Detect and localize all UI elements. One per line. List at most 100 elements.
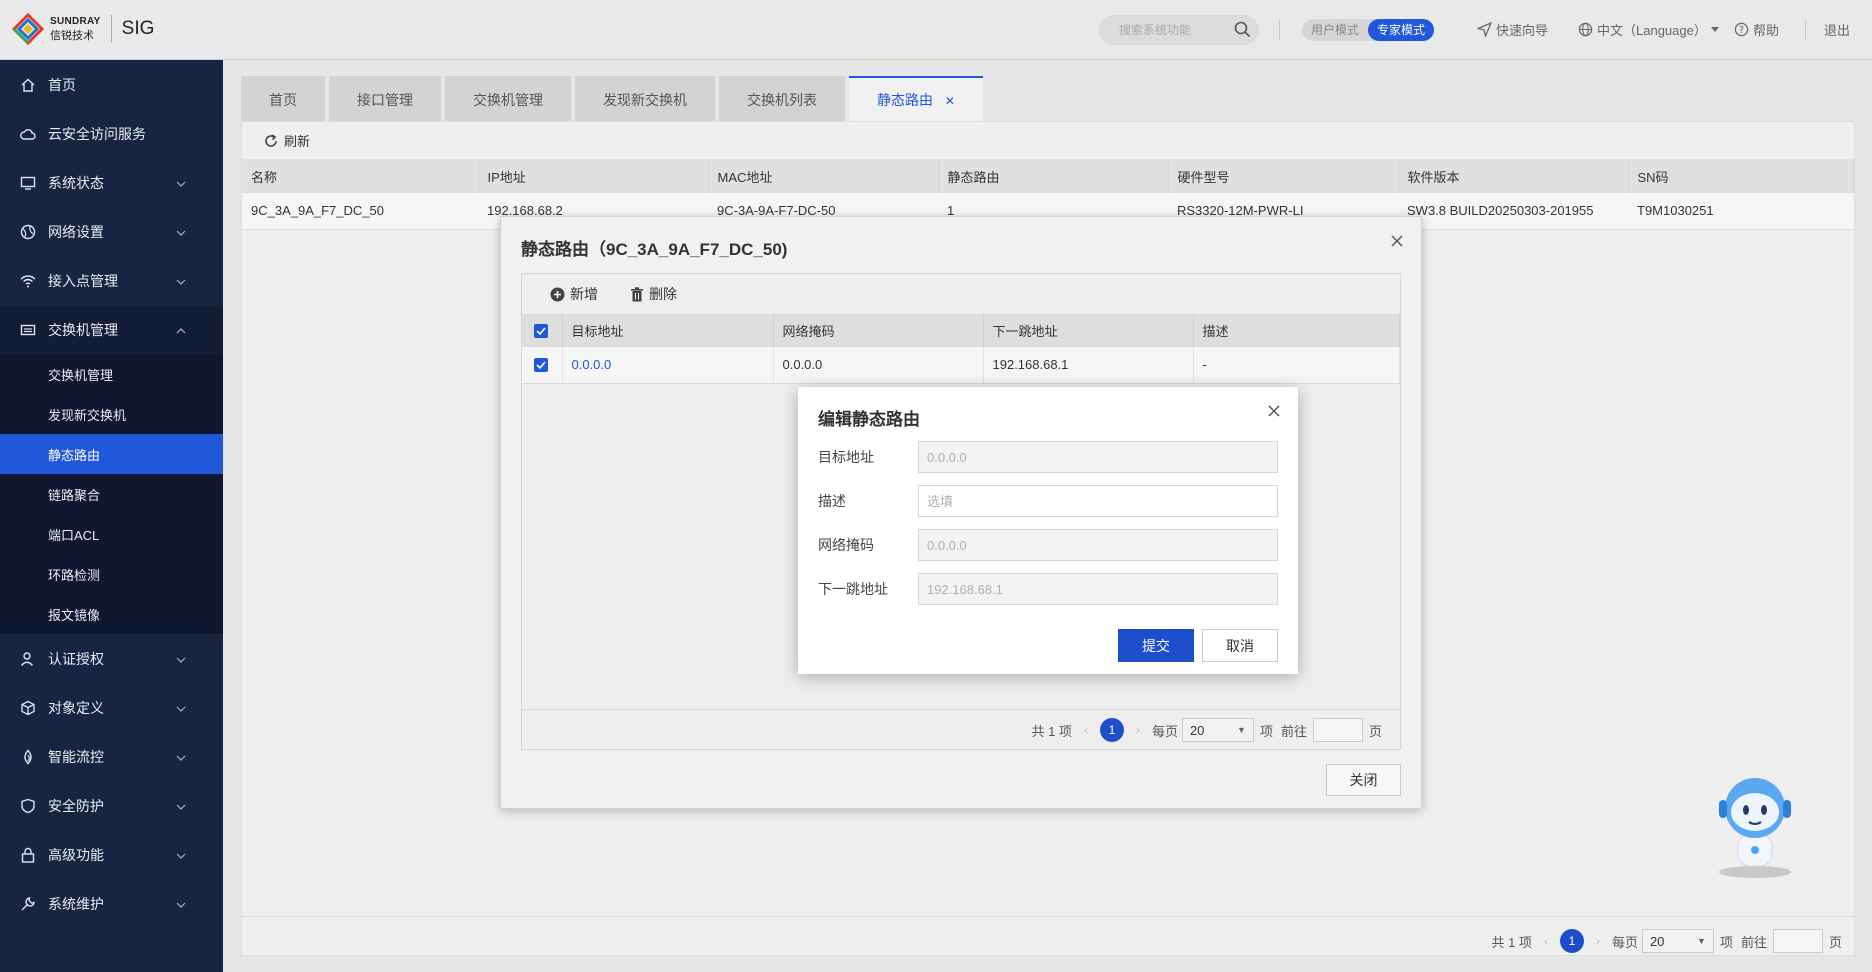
sidebar-item-maintenance[interactable]: 系统维护: [0, 879, 223, 928]
page-size-select[interactable]: 20 ▼: [1181, 718, 1254, 742]
column-header[interactable]: 下一跳地址: [983, 314, 1194, 347]
logo-cn-text: 信锐技术: [50, 30, 94, 42]
caret-down-icon: ▼: [1697, 936, 1706, 946]
column-header[interactable]: SN码: [1628, 160, 1854, 193]
prev-page-icon[interactable]: ‹: [1084, 723, 1088, 737]
table-cell: SW3.8 BUILD20250303-201955: [1398, 193, 1628, 230]
mode-expert-button[interactable]: 专家模式: [1368, 19, 1435, 41]
tab-static-route[interactable]: 静态路由 ✕: [849, 76, 983, 121]
delete-label: 删除: [649, 286, 677, 302]
table-cell: 192.168.68.1: [983, 347, 1194, 384]
close-button[interactable]: 关闭: [1326, 764, 1401, 796]
select-all-cell[interactable]: [522, 314, 563, 347]
tab-bar: 首页 接口管理 交换机管理 发现新交换机 交换机列表 静态路由 ✕: [241, 76, 987, 121]
sidebar-subitem-discover-switch[interactable]: 发现新交换机: [0, 394, 223, 434]
table-cell: 0.0.0.0: [773, 347, 984, 384]
desc-input[interactable]: [918, 485, 1278, 517]
delete-route-button[interactable]: 删除: [630, 284, 677, 304]
mode-user-button[interactable]: 用户模式: [1302, 19, 1368, 41]
page-jump-input[interactable]: [1312, 718, 1363, 742]
column-header[interactable]: MAC地址: [708, 160, 939, 193]
sidebar-item-system-status[interactable]: 系统状态: [0, 158, 223, 207]
dest-row: 目标地址: [818, 441, 1278, 473]
close-icon[interactable]: [1391, 235, 1403, 247]
column-header[interactable]: 名称: [242, 160, 479, 193]
table-row[interactable]: 0.0.0.0 0.0.0.0 192.168.68.1 -: [522, 347, 1400, 384]
sidebar-subitem-loop-detect[interactable]: 环路检测: [0, 554, 223, 594]
sidebar-item-flow-control[interactable]: 智能流控: [0, 732, 223, 781]
add-route-button[interactable]: 新增: [550, 284, 598, 304]
checkbox-checked-icon[interactable]: [534, 324, 548, 338]
page-jump-input[interactable]: [1772, 929, 1823, 953]
tab-interface[interactable]: 接口管理: [329, 76, 441, 121]
next-hop-input[interactable]: [918, 573, 1278, 605]
sidebar-item-network[interactable]: 网络设置: [0, 207, 223, 256]
help-label: 帮助: [1753, 23, 1780, 38]
page-number-button[interactable]: 1: [1099, 718, 1124, 742]
tab-switch-list[interactable]: 交换机列表: [719, 76, 845, 121]
sidebar-item-objects[interactable]: 对象定义: [0, 683, 223, 732]
column-header[interactable]: IP地址: [478, 160, 709, 193]
sidebar-item-cloud[interactable]: 云安全访问服务: [0, 109, 223, 158]
page-number-button[interactable]: 1: [1559, 929, 1584, 953]
cube-icon: [20, 700, 36, 716]
close-tab-icon[interactable]: ✕: [945, 94, 955, 108]
dest-input[interactable]: [918, 441, 1278, 473]
sidebar-subitem-link-aggregation[interactable]: 链路聚合: [0, 474, 223, 514]
route-table: 目标地址 网络掩码 下一跳地址 描述 0.0.0.0 0.0.0.0 192.1…: [522, 314, 1400, 384]
column-header[interactable]: 描述: [1193, 314, 1400, 347]
navigate-icon: [1477, 22, 1492, 37]
column-header[interactable]: 目标地址: [562, 314, 774, 347]
product-name: SIG: [121, 18, 155, 39]
sidebar-item-switch[interactable]: 交换机管理: [0, 305, 223, 354]
page-size-select[interactable]: 20 ▼: [1641, 929, 1714, 953]
wifi-icon: [20, 273, 36, 289]
switch-name-link[interactable]: 9C_3A_9A_F7_DC_50: [242, 193, 478, 230]
cancel-button[interactable]: 取消: [1202, 629, 1278, 662]
sidebar-item-auth[interactable]: 认证授权: [0, 634, 223, 683]
sidebar-item-label: 安全防护: [48, 797, 104, 814]
quick-guide-link[interactable]: 快速向导: [1477, 20, 1548, 39]
chevron-down-icon: [173, 274, 189, 290]
search-box[interactable]: [1099, 15, 1259, 45]
refresh-label: 刷新: [284, 134, 311, 149]
column-header[interactable]: 软件版本: [1398, 160, 1629, 193]
tab-discover-switch[interactable]: 发现新交换机: [575, 76, 715, 121]
column-header[interactable]: 网络掩码: [773, 314, 984, 347]
sidebar-item-advanced[interactable]: 高级功能: [0, 830, 223, 879]
tab-switch-manage[interactable]: 交换机管理: [445, 76, 571, 121]
submit-button[interactable]: 提交: [1118, 629, 1194, 662]
logout-link[interactable]: 退出: [1824, 20, 1850, 39]
chevron-down-icon: [173, 848, 189, 864]
language-select[interactable]: 中文（Language）: [1578, 20, 1723, 39]
total-count: 共 1 项: [1031, 723, 1072, 739]
route-dest-link[interactable]: 0.0.0.0: [562, 347, 774, 384]
search-icon[interactable]: [1234, 21, 1251, 38]
mask-input[interactable]: [918, 529, 1278, 561]
refresh-button[interactable]: 刷新: [264, 131, 310, 150]
help-link[interactable]: ? 帮助: [1734, 20, 1779, 39]
sidebar-subitem-switch-manage[interactable]: 交换机管理: [0, 354, 223, 394]
sidebar-item-ap[interactable]: 接入点管理: [0, 256, 223, 305]
sidebar-item-home[interactable]: 首页: [0, 60, 223, 109]
sidebar-subitem-port-mirror[interactable]: 报文镜像: [0, 594, 223, 634]
sidebar-subitem-static-route[interactable]: 静态路由: [0, 434, 223, 474]
next-page-icon[interactable]: ›: [1136, 723, 1140, 737]
close-icon[interactable]: [1268, 405, 1280, 417]
route-toolbar: 新增 删除: [522, 274, 1400, 314]
checkbox-checked-icon[interactable]: [534, 358, 548, 373]
dialog-title: 静态路由（9C_3A_9A_F7_DC_50): [521, 240, 788, 259]
column-header[interactable]: 静态路由: [938, 160, 1169, 193]
prev-page-icon[interactable]: ‹: [1544, 934, 1548, 948]
mode-switch[interactable]: 用户模式 专家模式: [1302, 19, 1435, 41]
search-input[interactable]: [1119, 23, 1229, 37]
tab-home[interactable]: 首页: [241, 76, 325, 121]
row-select-cell[interactable]: [522, 347, 563, 384]
column-header[interactable]: 硬件型号: [1168, 160, 1399, 193]
sidebar-subitem-port-acl[interactable]: 端口ACL: [0, 514, 223, 554]
next-page-icon[interactable]: ›: [1596, 934, 1600, 948]
sidebar-item-security[interactable]: 安全防护: [0, 781, 223, 830]
tab-label: 静态路由: [877, 92, 933, 108]
assistant-robot-icon[interactable]: [1705, 772, 1805, 882]
edit-dialog-title: 编辑静态路由: [818, 410, 920, 429]
